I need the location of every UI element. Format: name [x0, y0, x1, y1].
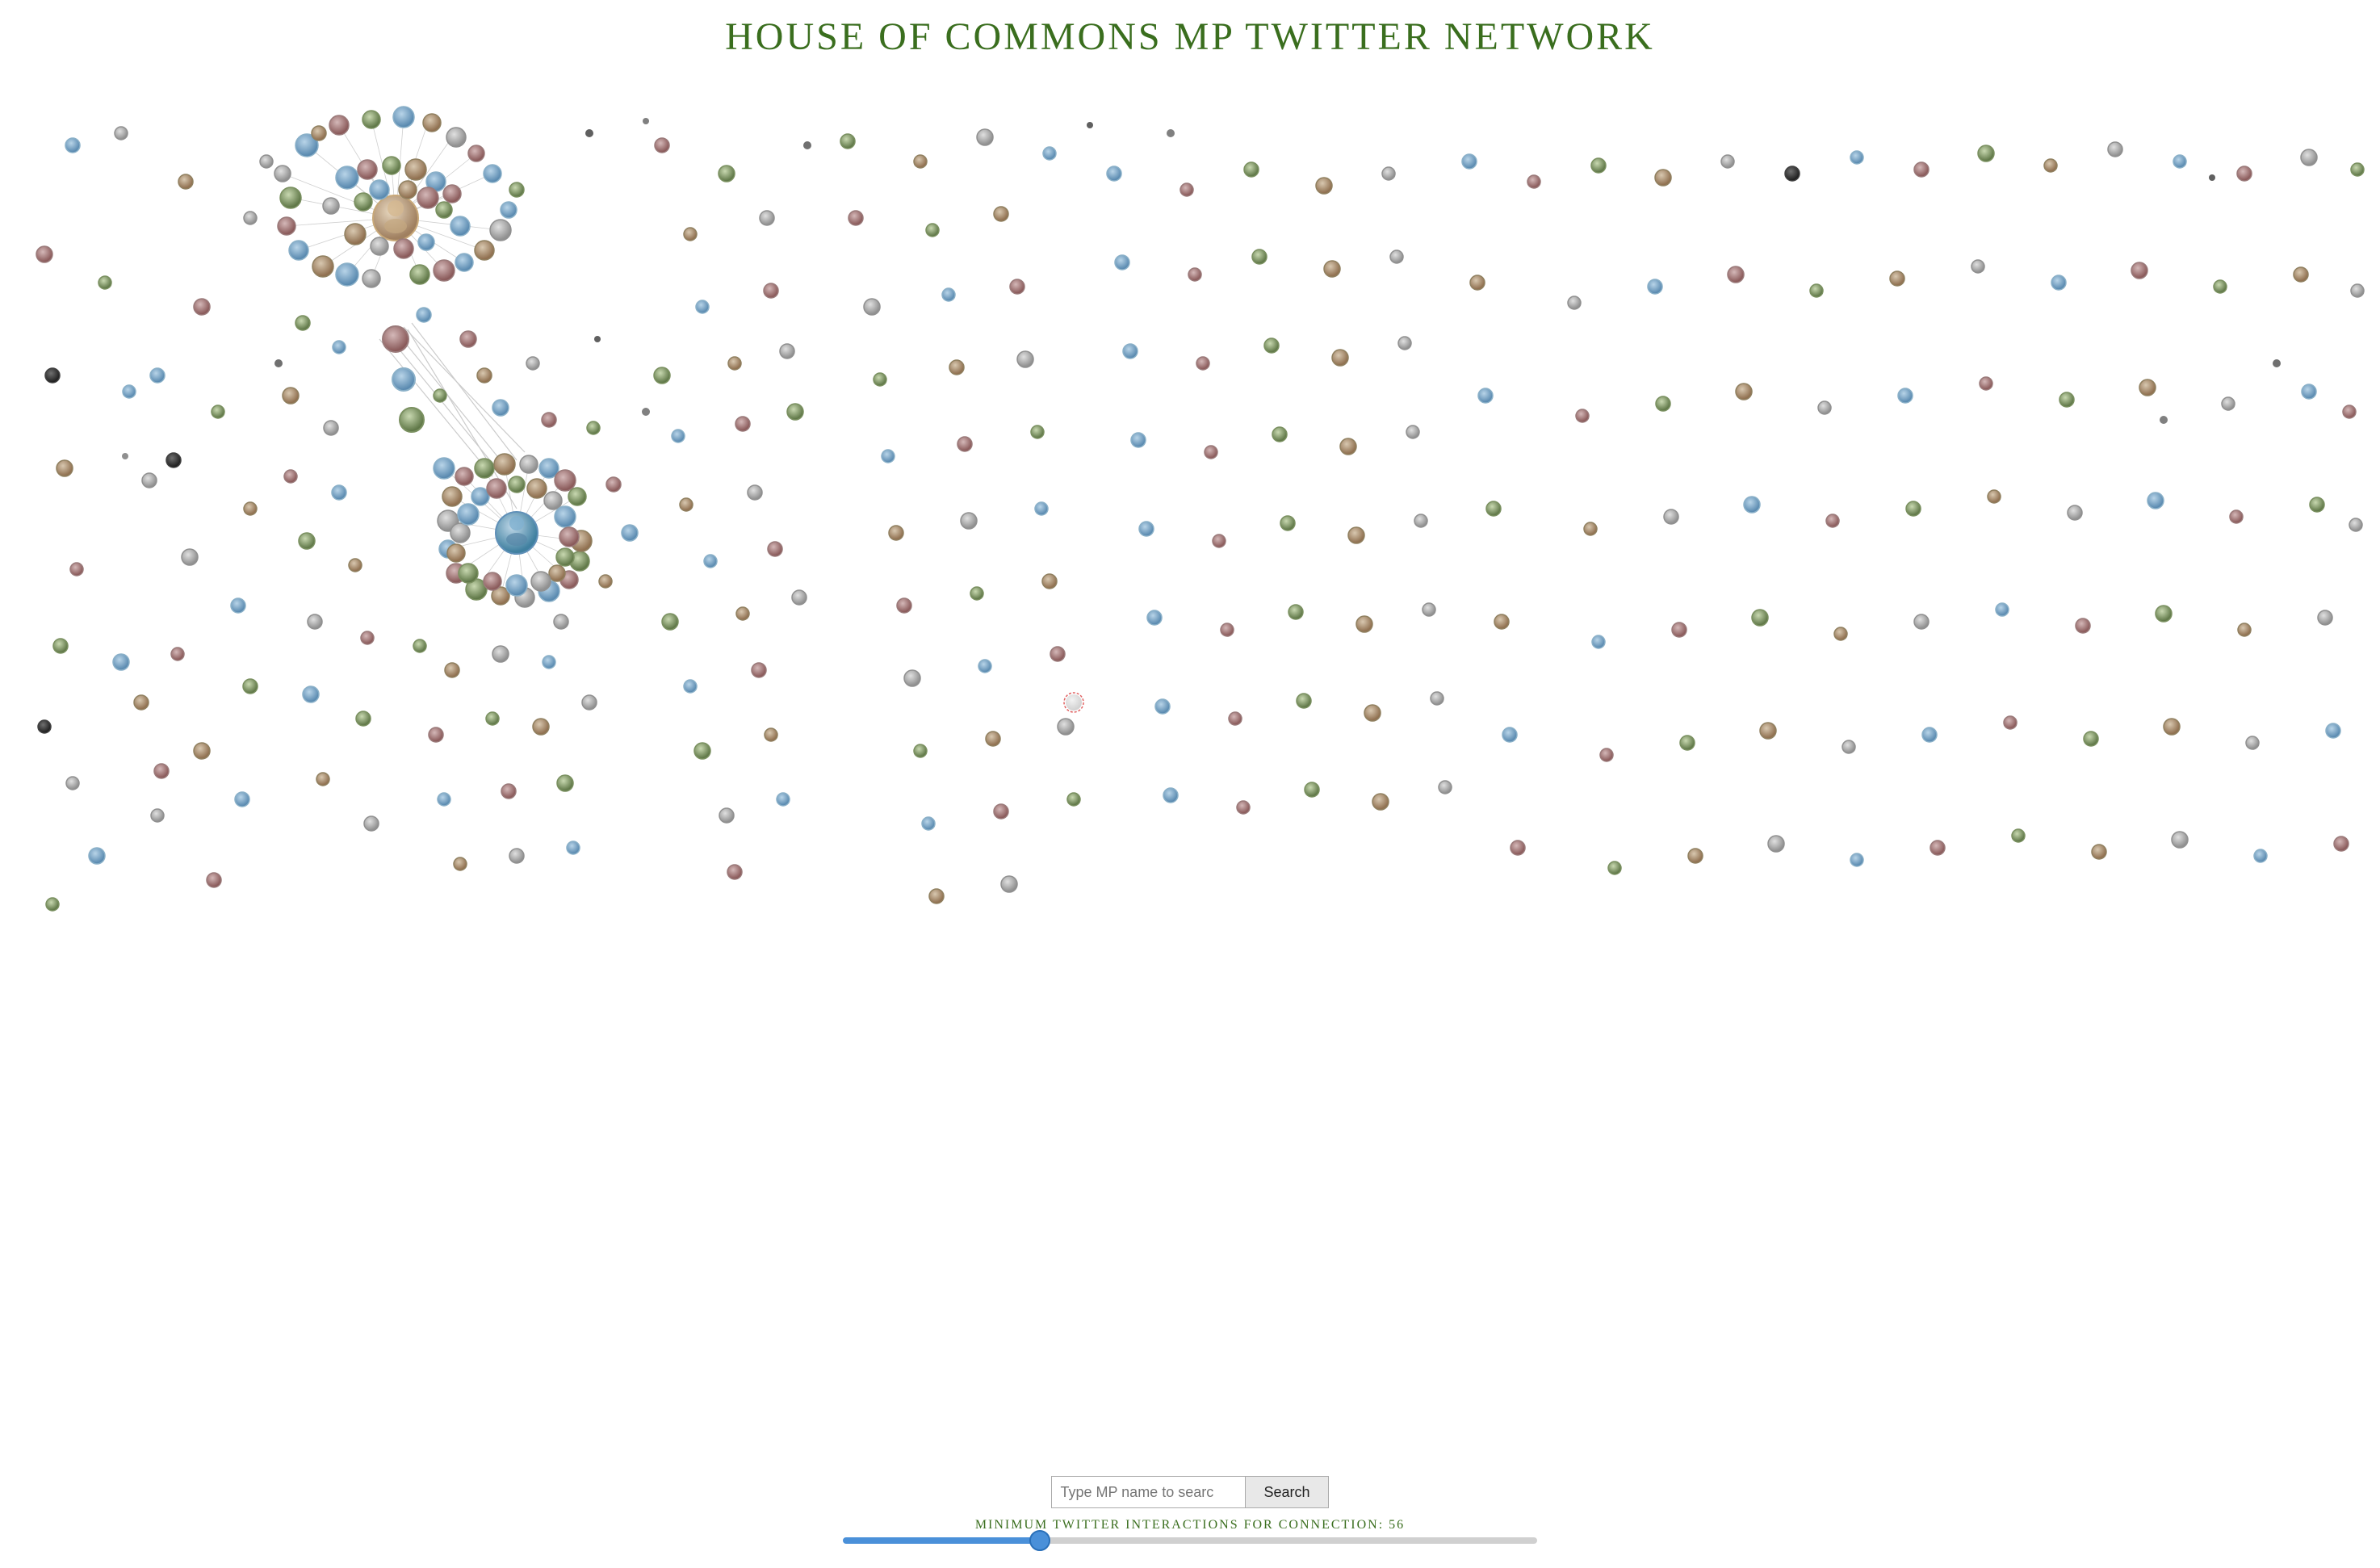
search-button[interactable]: Search — [1245, 1476, 1328, 1508]
bottom-controls: Search Minimum Twitter interactions for … — [0, 1476, 2380, 1544]
network-canvas — [0, 57, 2380, 1469]
network-graph — [0, 57, 2380, 1469]
min-interactions-slider[interactable] — [843, 1537, 1537, 1544]
search-row: Search — [1051, 1476, 1328, 1508]
page-title: House of Commons MP Twitter Network — [0, 0, 2380, 59]
slider-row: Minimum Twitter interactions for connect… — [827, 1518, 1553, 1544]
search-input[interactable] — [1051, 1476, 1245, 1508]
